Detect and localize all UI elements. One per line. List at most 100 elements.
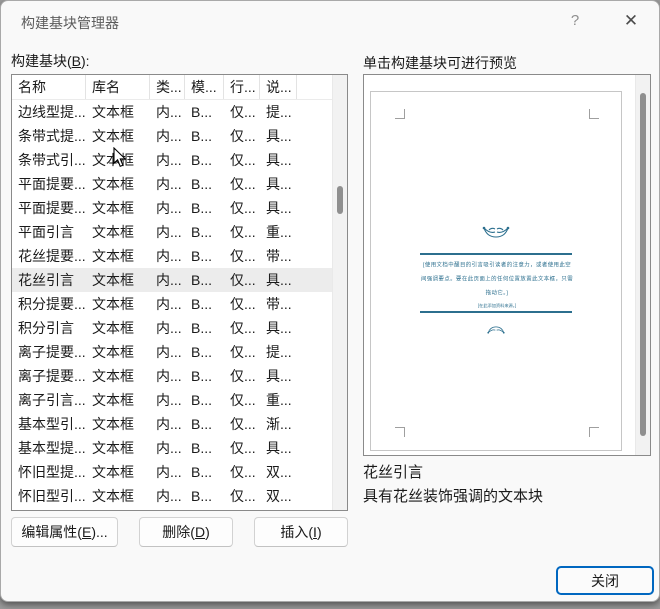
cell-category: 内... xyxy=(150,292,185,316)
cell-category: 内... xyxy=(150,124,185,148)
cell-template: B... xyxy=(185,364,224,388)
preview-scrollbar[interactable] xyxy=(635,75,650,455)
cell-gallery: 文本框 xyxy=(86,364,150,388)
preview-scrollbar-thumb[interactable] xyxy=(640,93,646,436)
cell-template: B... xyxy=(185,292,224,316)
cell-name: 花丝引言 xyxy=(12,268,86,292)
button-text: 插入( xyxy=(280,524,313,540)
cell-template: B... xyxy=(185,340,224,364)
filigree-ornament-top-icon xyxy=(371,224,621,245)
column-header-behavior[interactable]: 行... xyxy=(224,75,260,99)
cell-name: 怀旧型提... xyxy=(12,460,86,484)
cell-gallery: 文本框 xyxy=(86,172,150,196)
column-header-category[interactable]: 类... xyxy=(150,75,185,99)
preview-hint-label: 单击构建基块可进行预览 xyxy=(363,53,517,73)
button-text: 编辑属性( xyxy=(21,524,82,540)
table-row[interactable]: 基本型提... 文本框 内... B... 仅... 具... xyxy=(12,436,332,460)
table-row[interactable]: 离子引言 文本框 内... B... 仅... 重... xyxy=(12,508,332,511)
insert-button[interactable]: 插入(I) xyxy=(254,517,348,547)
table-row[interactable]: 基本型引... 文本框 内... B... 仅... 渐... xyxy=(12,412,332,436)
table-row[interactable]: 离子提要... 文本框 内... B... 仅... 提... xyxy=(12,340,332,364)
cell-category: 内... xyxy=(150,220,185,244)
cell-name: 离子引言 xyxy=(12,508,86,511)
cell-gallery: 文本框 xyxy=(86,124,150,148)
cell-behavior: 仅... xyxy=(224,124,260,148)
preview-pane: [使用文档中醒目的引言吸引读者的注意力，或者使用此空间强调要点。要在此页面上的任… xyxy=(363,74,651,456)
cell-description: 双... xyxy=(260,484,297,508)
table-row[interactable]: 平面提要... 文本框 内... B... 仅... 具... xyxy=(12,196,332,220)
cell-gallery: 文本框 xyxy=(86,388,150,412)
list-action-buttons: 编辑属性(E)... 删除(D) 插入(I) xyxy=(11,517,348,547)
cell-category: 内... xyxy=(150,508,185,511)
table-row[interactable]: 花丝提要... 文本框 内... B... 仅... 带... xyxy=(12,244,332,268)
cell-behavior: 仅... xyxy=(224,484,260,508)
cell-template: B... xyxy=(185,484,224,508)
building-blocks-label: 构建基块(B): xyxy=(11,51,90,71)
cell-description: 具... xyxy=(260,268,297,292)
list-scrollbar-thumb[interactable] xyxy=(337,186,343,214)
table-row[interactable]: 平面引言 文本框 内... B... 仅... 重... xyxy=(12,220,332,244)
cell-name: 花丝提要... xyxy=(12,244,86,268)
cell-template: B... xyxy=(185,460,224,484)
cell-template: B... xyxy=(185,268,224,292)
cell-behavior: 仅... xyxy=(224,100,260,124)
table-row[interactable]: 离子引言... 文本框 内... B... 仅... 重... xyxy=(12,388,332,412)
cell-name: 基本型引... xyxy=(12,412,86,436)
cell-name: 平面提要... xyxy=(12,196,86,220)
table-row[interactable]: 边线型提... 文本框 内... B... 仅... 提... xyxy=(12,100,332,124)
crop-mark-top-right-icon xyxy=(589,109,599,119)
column-header-description[interactable]: 说... xyxy=(260,75,297,99)
close-icon[interactable]: ✕ xyxy=(615,7,647,35)
table-row[interactable]: 怀旧型提... 文本框 内... B... 仅... 双... xyxy=(12,460,332,484)
column-header-gallery[interactable]: 库名 xyxy=(86,75,150,99)
list-scrollbar[interactable] xyxy=(332,75,347,510)
cell-gallery: 文本框 xyxy=(86,484,150,508)
cell-description: 带... xyxy=(260,244,297,268)
cell-behavior: 仅... xyxy=(224,292,260,316)
column-header-template[interactable]: 模... xyxy=(185,75,224,99)
delete-button[interactable]: 删除(D) xyxy=(139,517,233,547)
edit-properties-button[interactable]: 编辑属性(E)... xyxy=(11,517,118,547)
button-text: 删除( xyxy=(162,524,195,540)
cell-behavior: 仅... xyxy=(224,508,260,511)
table-row[interactable]: 积分提要... 文本框 内... B... 仅... 带... xyxy=(12,292,332,316)
cell-behavior: 仅... xyxy=(224,340,260,364)
cell-category: 内... xyxy=(150,340,185,364)
column-header-name[interactable]: 名称 xyxy=(12,75,86,99)
cell-gallery: 文本框 xyxy=(86,316,150,340)
cell-template: B... xyxy=(185,436,224,460)
table-row[interactable]: 条带式引... 文本框 内... B... 仅... 具... xyxy=(12,148,332,172)
cell-name: 离子提要... xyxy=(12,340,86,364)
cell-category: 内... xyxy=(150,388,185,412)
cell-name: 条带式引... xyxy=(12,148,86,172)
cell-name: 积分引言 xyxy=(12,316,86,340)
cell-category: 内... xyxy=(150,148,185,172)
list-header-row: 名称 库名 类... 模... 行... 说... xyxy=(12,75,332,100)
cell-gallery: 文本框 xyxy=(86,412,150,436)
cell-template: B... xyxy=(185,124,224,148)
table-row[interactable]: 平面提要... 文本框 内... B... 仅... 具... xyxy=(12,172,332,196)
cell-behavior: 仅... xyxy=(224,148,260,172)
cell-template: B... xyxy=(185,508,224,511)
table-row[interactable]: 怀旧型引... 文本框 内... B... 仅... 双... xyxy=(12,484,332,508)
table-row[interactable]: 积分引言 文本框 内... B... 仅... 具... xyxy=(12,316,332,340)
table-row[interactable]: 条带式提... 文本框 内... B... 仅... 具... xyxy=(12,124,332,148)
cell-category: 内... xyxy=(150,100,185,124)
cell-template: B... xyxy=(185,220,224,244)
cell-name: 条带式提... xyxy=(12,124,86,148)
cell-name: 边线型提... xyxy=(12,100,86,124)
mouse-cursor-icon xyxy=(113,147,127,168)
cell-name: 怀旧型引... xyxy=(12,484,86,508)
cell-category: 内... xyxy=(150,196,185,220)
help-icon[interactable]: ? xyxy=(559,7,591,35)
crop-mark-bottom-right-icon xyxy=(589,427,599,437)
cell-behavior: 仅... xyxy=(224,196,260,220)
cell-name: 离子提要... xyxy=(12,364,86,388)
cell-gallery: 文本框 xyxy=(86,100,150,124)
table-row[interactable]: 花丝引言 文本框 内... B... 仅... 具... xyxy=(12,268,332,292)
table-row[interactable]: 离子提要... 文本框 内... B... 仅... 具... xyxy=(12,364,332,388)
cell-category: 内... xyxy=(150,412,185,436)
cell-behavior: 仅... xyxy=(224,172,260,196)
close-button[interactable]: 关闭 xyxy=(556,566,654,595)
cell-gallery: 文本框 xyxy=(86,244,150,268)
